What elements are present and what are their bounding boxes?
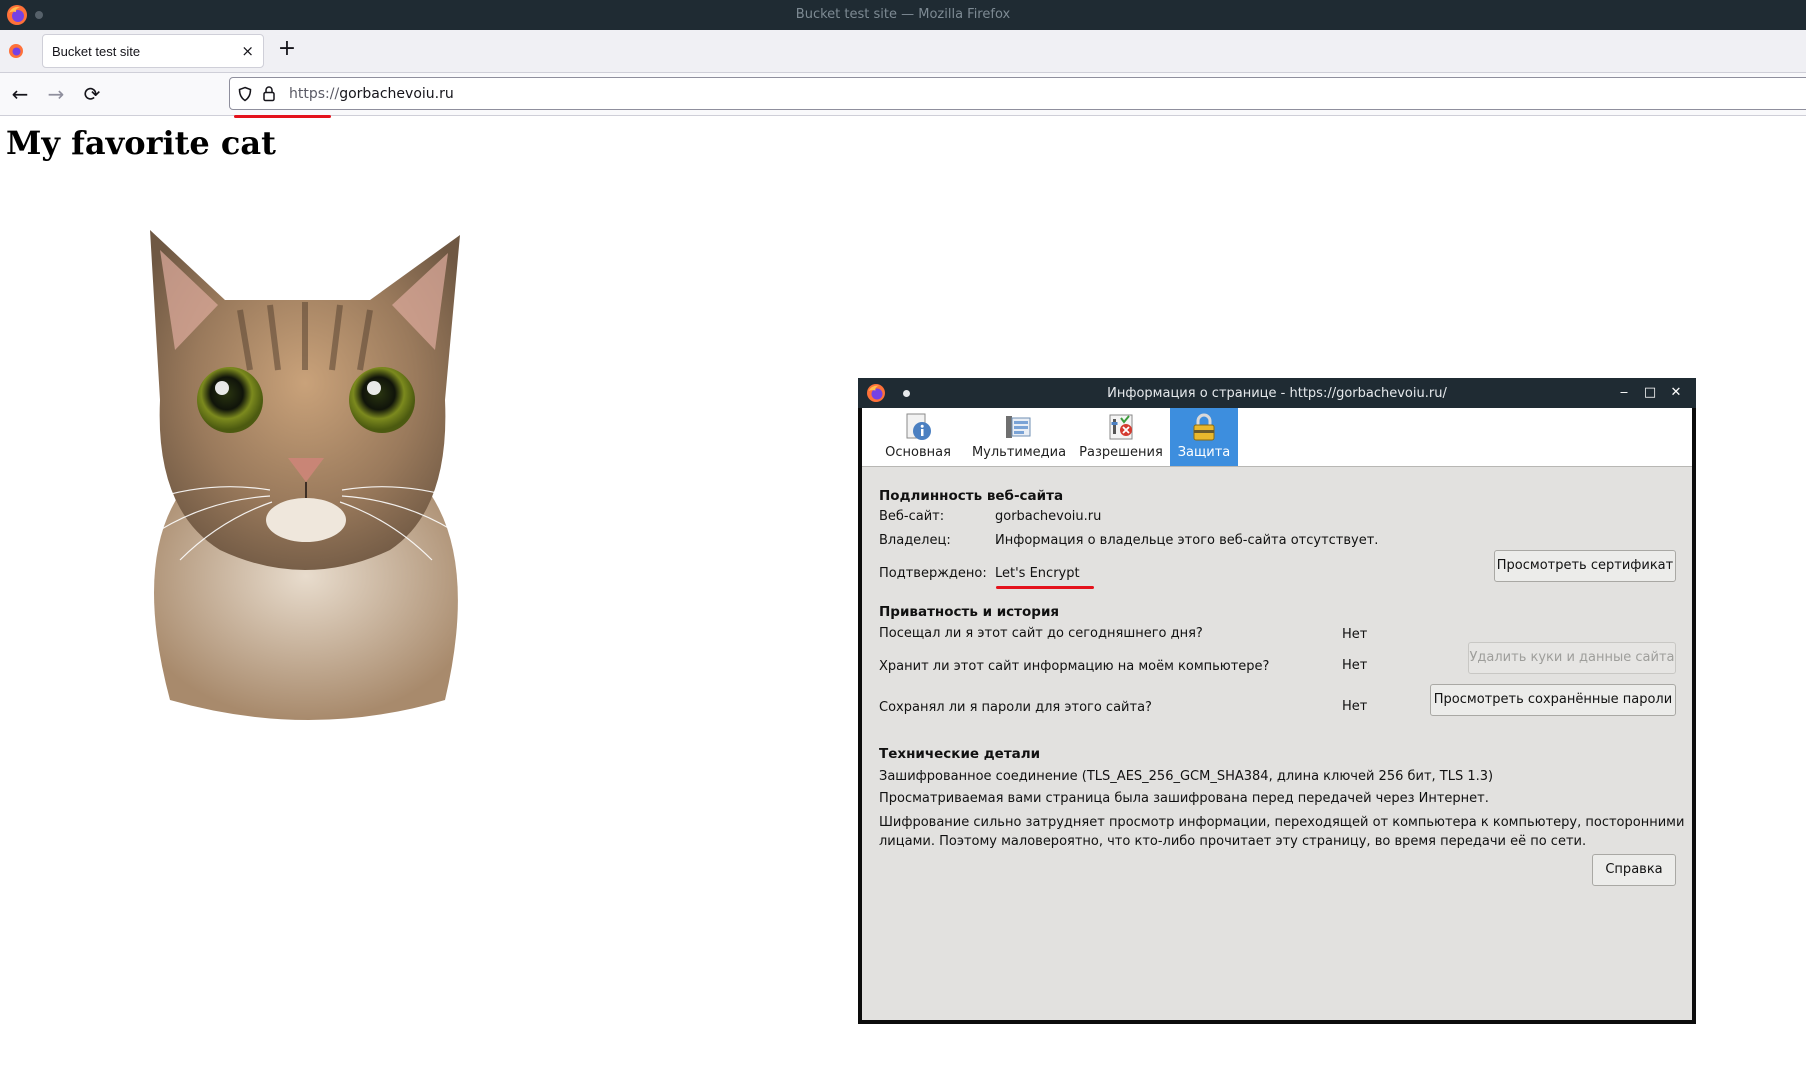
- navigation-toolbar: ← → ⟳ https://gorbachevoiu.ru: [0, 73, 1806, 116]
- encryption-explanation-line2: лицами. Поэтому маловероятно, что кто-ли…: [879, 834, 1587, 849]
- stores-data-answer: Нет: [1342, 658, 1368, 673]
- window-title: Bucket test site — Mozilla Firefox: [795, 7, 1011, 22]
- tab-label: Bucket test site: [52, 44, 141, 59]
- dialog-title: Информация о странице - https://gorbache…: [1107, 386, 1447, 401]
- tab-bucket-test-site[interactable]: Bucket test site ×: [42, 34, 264, 68]
- website-value: gorbachevoiu.ru: [995, 509, 1102, 524]
- visited-answer: Нет: [1342, 627, 1368, 642]
- dialog-body: Основная Мультимедиа Разрешения Защита П…: [862, 408, 1692, 1020]
- visited-question: Посещал ли я этот сайт до сегодняшнего д…: [879, 626, 1203, 641]
- media-icon: [1006, 416, 1031, 438]
- back-button[interactable]: ←: [9, 83, 31, 105]
- privacy-heading: Приватность и история: [879, 604, 1060, 620]
- dialog-tab-bar: Основная Мультимедиа Разрешения Защита: [862, 408, 1692, 467]
- minimize-button[interactable]: ‒: [1614, 383, 1634, 403]
- tab-security-label: Защита: [1177, 445, 1231, 460]
- tab-media-label: Мультимедиа: [971, 445, 1067, 460]
- stores-data-question: Хранит ли этот сайт информацию на моём к…: [879, 659, 1270, 674]
- tab-general[interactable]: Основная: [870, 408, 966, 466]
- clear-cookies-button[interactable]: Удалить куки и данные сайта: [1468, 642, 1676, 674]
- annotation-underline-url: [234, 115, 331, 118]
- encryption-note: Просматриваемая вами страница была зашиф…: [879, 791, 1489, 806]
- tab-security[interactable]: Защита: [1170, 408, 1238, 466]
- identity-heading: Подлинность веб-сайта: [879, 488, 1064, 504]
- page-heading: My favorite cat: [6, 124, 276, 162]
- verified-value: Let's Encrypt: [995, 566, 1080, 581]
- close-button[interactable]: ✕: [1666, 383, 1686, 403]
- view-certificate-button[interactable]: Просмотреть сертификат: [1494, 550, 1676, 582]
- tab-general-label: Основная: [885, 445, 951, 460]
- tab-media[interactable]: Мультимедиа: [966, 408, 1072, 466]
- dialog-title-bar: Информация о странице - https://gorbache…: [858, 378, 1696, 408]
- lock-icon: [1193, 413, 1215, 441]
- new-tab-button[interactable]: +: [276, 38, 298, 60]
- forward-button[interactable]: →: [45, 83, 67, 105]
- reload-button[interactable]: ⟳: [81, 83, 103, 105]
- info-page-icon: [906, 413, 931, 440]
- view-saved-passwords-button[interactable]: Просмотреть сохранённые пароли: [1430, 684, 1676, 716]
- lock-icon[interactable]: [261, 85, 277, 102]
- owner-label: Владелец:: [879, 533, 951, 548]
- url-host: gorbachevoiu.ru: [339, 86, 454, 102]
- owner-value: Информация о владельце этого веб-сайта о…: [995, 533, 1379, 548]
- url-scheme: https://: [289, 86, 340, 102]
- maximize-button[interactable]: □: [1640, 383, 1660, 403]
- cat-photo: [149, 230, 463, 720]
- tab-permissions[interactable]: Разрешения: [1072, 408, 1170, 466]
- annotation-underline-issuer: [996, 586, 1094, 589]
- close-tab-icon[interactable]: ×: [241, 42, 254, 60]
- tracking-protection-shield-icon[interactable]: [237, 86, 253, 102]
- encryption-explanation-line1: Шифрование сильно затрудняет просмотр ин…: [879, 815, 1685, 830]
- saved-passwords-answer: Нет: [1342, 699, 1368, 714]
- tab-permissions-label: Разрешения: [1079, 445, 1163, 460]
- technical-heading: Технические детали: [879, 746, 1041, 762]
- connection-details: Зашифрованное соединение (TLS_AES_256_GC…: [879, 769, 1494, 784]
- permissions-icon: [1109, 414, 1133, 440]
- browser-title-bar: Bucket test site — Mozilla Firefox: [0, 0, 1806, 30]
- website-label: Веб-сайт:: [879, 509, 945, 524]
- page-info-dialog: Информация о странице - https://gorbache…: [858, 378, 1696, 1024]
- firefox-view-icon[interactable]: [8, 43, 24, 59]
- url-text: https://gorbachevoiu.ru: [289, 86, 454, 102]
- help-button[interactable]: Справка: [1592, 854, 1676, 886]
- saved-passwords-question: Сохранял ли я пароли для этого сайта?: [879, 700, 1152, 715]
- url-bar[interactable]: https://gorbachevoiu.ru: [229, 77, 1806, 110]
- tab-strip: Bucket test site × +: [0, 30, 1806, 73]
- verified-label: Подтверждено:: [879, 566, 987, 581]
